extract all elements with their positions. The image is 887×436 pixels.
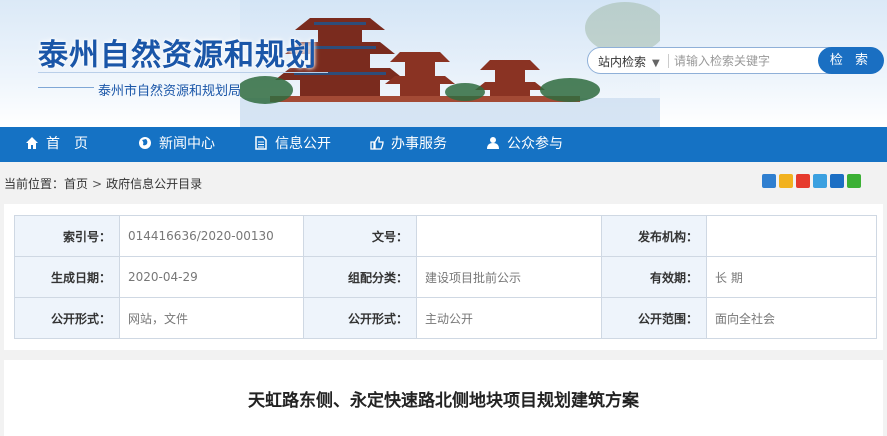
- meta-value-index-no: 014416636/2020-00130: [119, 215, 304, 257]
- tencent-icon[interactable]: [813, 174, 827, 188]
- nav-item-services[interactable]: 办事服务: [370, 127, 447, 162]
- meta-value-disclosure-scope: 面向全社会: [706, 297, 877, 339]
- article-title: 天虹路东侧、永定快速路北侧地块项目规划建筑方案: [248, 391, 639, 411]
- nav-item-label: 新闻中心: [159, 136, 215, 152]
- meta-value-category: 建设项目批前公示: [416, 256, 602, 298]
- document-icon: [254, 136, 268, 150]
- search-divider: [668, 54, 669, 68]
- nav-item-label: 办事服务: [391, 136, 447, 152]
- nav-item-home[interactable]: 首 页: [25, 127, 88, 162]
- subtitle-accent-line: [38, 87, 94, 88]
- meta-key-disclosure-form: 公开形式：: [14, 297, 120, 339]
- meta-key-created-date: 生成日期：: [14, 256, 120, 298]
- breadcrumb-prefix: 当前位置：: [4, 177, 65, 191]
- meta-value-created-date: 2020-04-29: [119, 256, 304, 298]
- meta-value-doc-no: [416, 215, 602, 257]
- site-title: 泰州自然资源和规划: [38, 38, 317, 73]
- nav-item-label: 首 页: [46, 136, 88, 152]
- meta-key-doc-no: 文号：: [303, 215, 417, 257]
- search-box: 站内检索 ▼ 检 索: [587, 47, 884, 74]
- meta-key-disclosure-mode: 公开形式：: [303, 297, 417, 339]
- meta-key-validity: 有效期：: [601, 256, 707, 298]
- chevron-down-icon: ▼: [652, 58, 660, 69]
- site-subtitle: 泰州市自然资源和规划局: [98, 84, 242, 99]
- search-scope-select[interactable]: 站内检索 ▼: [598, 53, 660, 70]
- search-scope-label: 站内检索: [598, 55, 647, 69]
- meta-value-validity: 长 期: [706, 256, 877, 298]
- qzone-icon[interactable]: [779, 174, 793, 188]
- document-meta-panel: 索引号： 014416636/2020-00130 文号： 发布机构： 生成日期…: [4, 204, 883, 350]
- weibo-icon[interactable]: [796, 174, 810, 188]
- renren-icon[interactable]: [830, 174, 844, 188]
- nav-item-news[interactable]: 新闻中心: [138, 127, 215, 162]
- nav-item-label: 公众参与: [507, 136, 563, 152]
- thumbs-up-icon: [370, 136, 384, 150]
- wechat-icon[interactable]: [847, 174, 861, 188]
- document-meta-table: 索引号： 014416636/2020-00130 文号： 发布机构： 生成日期…: [14, 215, 877, 339]
- home-icon: [25, 136, 39, 150]
- meta-value-disclosure-mode: 主动公开: [416, 297, 602, 339]
- breadcrumb-separator: >: [92, 177, 103, 191]
- main-nav: 首 页 新闻中心 信息公开 办事服务 公众参与: [0, 127, 887, 162]
- breadcrumb: 当前位置：首页 > 政府信息公开目录: [4, 175, 202, 192]
- nav-item-public-participation[interactable]: 公众参与: [486, 127, 563, 162]
- table-row: 生成日期： 2020-04-29 组配分类： 建设项目批前公示 有效期： 长 期: [14, 256, 877, 298]
- meta-value-disclosure-form: 网站，文件: [119, 297, 304, 339]
- table-row: 公开形式： 网站，文件 公开形式： 主动公开 公开范围： 面向全社会: [14, 297, 877, 339]
- user-icon: [486, 136, 500, 150]
- nav-item-info-disclosure[interactable]: 信息公开: [254, 127, 331, 162]
- globe-icon: [138, 136, 152, 150]
- article-panel: 天虹路东侧、永定快速路北侧地块项目规划建筑方案: [4, 360, 883, 436]
- meta-key-disclosure-scope: 公开范围：: [601, 297, 707, 339]
- nav-item-label: 信息公开: [275, 136, 331, 152]
- breadcrumb-current[interactable]: 政府信息公开目录: [106, 177, 202, 191]
- site-banner: 泰州自然资源和规划 泰州市自然资源和规划局 站内检索 ▼ 检 索: [0, 0, 887, 127]
- meta-key-index-no: 索引号：: [14, 215, 120, 257]
- search-button[interactable]: 检 索: [818, 47, 884, 74]
- meta-value-publisher: [706, 215, 877, 257]
- breadcrumb-home-link[interactable]: 首页: [64, 177, 88, 191]
- meta-key-category: 组配分类：: [303, 256, 417, 298]
- meta-key-publisher: 发布机构：: [601, 215, 707, 257]
- table-row: 索引号： 014416636/2020-00130 文号： 发布机构：: [14, 215, 877, 257]
- title-divider: [38, 72, 328, 73]
- share-toolbar: [762, 174, 861, 188]
- plus-share-icon[interactable]: [762, 174, 776, 188]
- search-input[interactable]: [674, 52, 814, 70]
